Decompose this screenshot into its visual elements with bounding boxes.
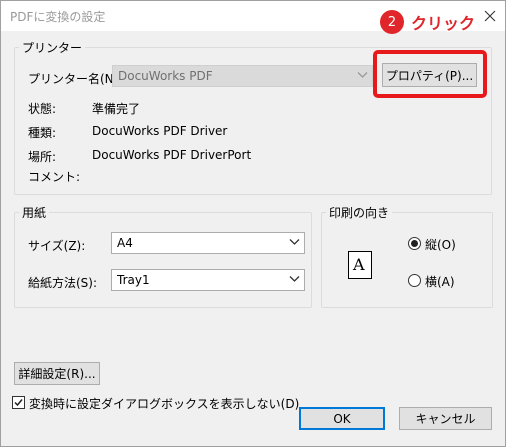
- location-value: DocuWorks PDF DriverPort: [92, 148, 252, 162]
- chevron-down-icon: [289, 239, 300, 245]
- landscape-radio[interactable]: [408, 274, 421, 287]
- portrait-radio[interactable]: [408, 237, 421, 250]
- paper-group: 用紙: [14, 204, 312, 308]
- paper-source-label: 給紙方法(S):: [28, 276, 98, 290]
- dont-show-label[interactable]: 変換時に設定ダイアログボックスを表示しない(D): [29, 395, 299, 412]
- paper-source-select[interactable]: Tray1: [111, 269, 305, 291]
- comment-label: コメント:: [28, 170, 81, 184]
- chevron-down-icon: [289, 276, 300, 282]
- paper-size-value: A4: [117, 236, 133, 250]
- dont-show-checkbox[interactable]: [12, 396, 25, 409]
- printer-group-legend: プリンター: [22, 41, 83, 55]
- printer-name-label: プリンター名(N):: [28, 72, 123, 86]
- status-label: 状態:: [28, 102, 57, 116]
- orientation-group-legend: 印刷の向き: [329, 206, 390, 220]
- ok-button-label: OK: [333, 411, 351, 426]
- paper-group-legend: 用紙: [22, 206, 47, 220]
- checkmark-icon: [14, 399, 23, 407]
- type-label: 種類:: [28, 126, 57, 140]
- dialog-window: PDFに変換の設定 プリンター プリンター名(N): DocuWorks PDF…: [0, 0, 506, 447]
- cancel-button-label: キャンセル: [415, 412, 476, 426]
- chevron-down-icon: [357, 72, 368, 78]
- landscape-label[interactable]: 横(A): [425, 273, 455, 290]
- step-number-badge: 2: [380, 10, 404, 34]
- close-icon: [484, 10, 496, 22]
- step-instruction-text: クリック: [411, 14, 476, 33]
- portrait-page-letter: A: [353, 255, 365, 274]
- printer-name-select[interactable]: DocuWorks PDF: [112, 65, 373, 87]
- status-value: 準備完了: [92, 102, 141, 116]
- orientation-group: 印刷の向き: [321, 204, 493, 308]
- portrait-label[interactable]: 縦(O): [425, 236, 456, 253]
- advanced-settings-button-label: 詳細設定(R)...: [18, 367, 96, 381]
- close-button[interactable]: [477, 3, 503, 29]
- advanced-settings-button[interactable]: 詳細設定(R)...: [14, 362, 100, 385]
- radio-selected-dot: [411, 240, 418, 247]
- paper-size-select[interactable]: A4: [111, 232, 305, 254]
- location-label: 場所:: [28, 150, 57, 164]
- cancel-button[interactable]: キャンセル: [399, 407, 492, 430]
- window-title: PDFに変換の設定: [10, 10, 106, 24]
- portrait-page-icon: A: [348, 251, 372, 279]
- properties-highlight-box: [373, 50, 487, 98]
- paper-source-value: Tray1: [117, 273, 150, 287]
- paper-size-label: サイズ(Z):: [28, 239, 86, 253]
- ok-button[interactable]: OK: [299, 407, 385, 430]
- type-value: DocuWorks PDF Driver: [92, 124, 228, 138]
- printer-name-value: DocuWorks PDF: [118, 69, 213, 83]
